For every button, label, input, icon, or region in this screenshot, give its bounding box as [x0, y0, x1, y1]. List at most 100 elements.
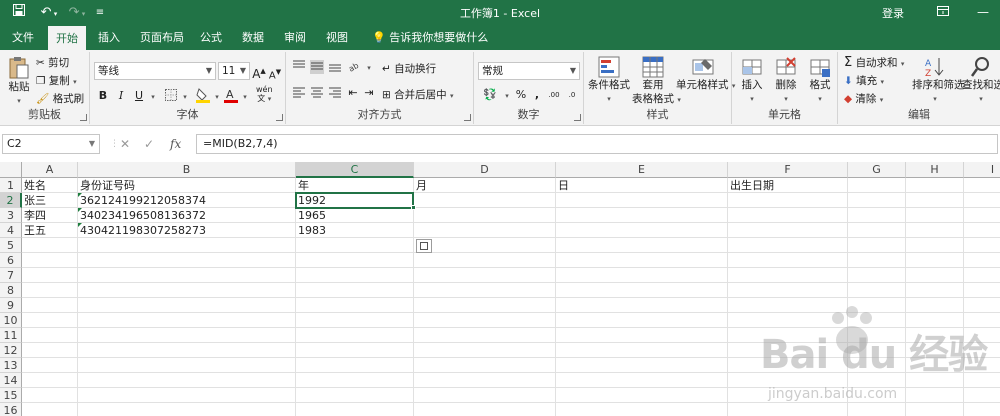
cell-d12[interactable] [414, 343, 556, 358]
cell-b10[interactable] [78, 313, 296, 328]
column-header-d[interactable]: D [414, 162, 556, 178]
column-header-g[interactable]: G [848, 162, 906, 178]
cell-d4[interactable] [414, 223, 556, 238]
decrease-decimal-button[interactable]: .0 [564, 88, 580, 102]
cell-a5[interactable] [22, 238, 78, 253]
cell-a6[interactable] [22, 253, 78, 268]
column-header-c[interactable]: C [296, 162, 414, 178]
cell-d15[interactable] [414, 388, 556, 403]
phonetic-guide-icon[interactable]: wén 文 ▾ [256, 85, 273, 104]
fill-color-icon[interactable] [196, 87, 210, 103]
cell-d6[interactable] [414, 253, 556, 268]
cell-h4[interactable] [906, 223, 964, 238]
row-header-15[interactable]: 15 [0, 388, 22, 403]
cell-b15[interactable] [78, 388, 296, 403]
tab-view[interactable]: 视图 [318, 26, 356, 50]
wrap-text-button[interactable]: ↵ 自动换行 [382, 62, 436, 76]
format-cells-button[interactable]: 格式 ▾ [804, 56, 836, 106]
dialog-launcher-icon[interactable] [464, 114, 471, 121]
cell-h5[interactable] [906, 238, 964, 253]
cell-b1[interactable]: 身份证号码 [78, 178, 296, 193]
cell-e14[interactable] [556, 373, 728, 388]
paste-options-icon[interactable] [416, 239, 432, 253]
cell-a15[interactable] [22, 388, 78, 403]
cancel-icon[interactable]: ✕ [120, 134, 130, 154]
cell-g1[interactable] [848, 178, 906, 193]
cell-f2[interactable] [728, 193, 848, 208]
cell-b7[interactable] [78, 268, 296, 283]
insert-function-icon[interactable]: fx [170, 134, 181, 154]
cell-h3[interactable] [906, 208, 964, 223]
cell-d8[interactable] [414, 283, 556, 298]
row-header-11[interactable]: 11 [0, 328, 22, 343]
cell-a7[interactable] [22, 268, 78, 283]
column-header-a[interactable]: A [22, 162, 78, 178]
row-header-5[interactable]: 5 [0, 238, 22, 253]
format-as-table-button[interactable]: 套用 表格格式 ▾ [632, 56, 681, 107]
comma-style-button[interactable]: , [530, 88, 544, 102]
cell-d16[interactable] [414, 403, 556, 416]
cell-d9[interactable] [414, 298, 556, 313]
row-header-7[interactable]: 7 [0, 268, 22, 283]
cell-c15[interactable] [296, 388, 414, 403]
cell-g8[interactable] [848, 283, 906, 298]
format-painter-button[interactable]: 🖌 格式刷 [36, 92, 84, 106]
align-bottom-icon[interactable] [328, 60, 342, 74]
cell-b13[interactable] [78, 358, 296, 373]
column-header-f[interactable]: F [728, 162, 848, 178]
cell-c5[interactable] [296, 238, 414, 253]
cell-b14[interactable] [78, 373, 296, 388]
cell-d3[interactable] [414, 208, 556, 223]
cell-i4[interactable] [964, 223, 1000, 238]
cell-styles-button[interactable]: 单元格样式 ▾ [676, 56, 735, 93]
cell-h6[interactable] [906, 253, 964, 268]
cell-d11[interactable] [414, 328, 556, 343]
row-header-12[interactable]: 12 [0, 343, 22, 358]
cell-b2[interactable]: 362124199212058374 [78, 193, 296, 208]
cell-a13[interactable] [22, 358, 78, 373]
accounting-dropdown[interactable]: ▾ [500, 88, 514, 102]
cell-e2[interactable] [556, 193, 728, 208]
cell-a4[interactable]: 王五 [22, 223, 78, 238]
cell-a8[interactable] [22, 283, 78, 298]
number-format-combo[interactable]: 常规 ▼ [478, 62, 580, 80]
tab-insert[interactable]: 插入 [90, 26, 128, 50]
enter-icon[interactable]: ✓ [144, 134, 154, 154]
font-color-dropdown[interactable]: ▾ [238, 89, 252, 103]
orientation-dropdown[interactable]: ▾ [362, 60, 376, 74]
row-header-16[interactable]: 16 [0, 403, 22, 416]
insert-cells-button[interactable]: 插入 ▾ [736, 56, 768, 106]
cell-c4[interactable]: 1983 [296, 223, 414, 238]
cell-i1[interactable] [964, 178, 1000, 193]
cell-f5[interactable] [728, 238, 848, 253]
cell-e11[interactable] [556, 328, 728, 343]
cell-c14[interactable] [296, 373, 414, 388]
align-middle-icon[interactable] [310, 60, 324, 74]
cell-a2[interactable]: 张三 [22, 193, 78, 208]
cell-c11[interactable] [296, 328, 414, 343]
percent-button[interactable]: % [514, 88, 528, 102]
fill-color-dropdown[interactable]: ▾ [210, 89, 224, 103]
font-size-combo[interactable]: 11 ▼ [218, 62, 250, 80]
cell-b12[interactable] [78, 343, 296, 358]
name-box[interactable]: C2 ▼ [2, 134, 100, 154]
decrease-indent-icon[interactable]: ⇤ [346, 86, 360, 100]
align-left-icon[interactable] [292, 86, 306, 100]
cell-d7[interactable] [414, 268, 556, 283]
row-header-8[interactable]: 8 [0, 283, 22, 298]
tab-review[interactable]: 审阅 [276, 26, 314, 50]
tab-page-layout[interactable]: 页面布局 [132, 26, 192, 50]
fill-button[interactable]: ⬇ 填充 ▾ [844, 74, 884, 89]
login-link[interactable]: 登录 [882, 5, 904, 21]
row-header-6[interactable]: 6 [0, 253, 22, 268]
dialog-launcher-icon[interactable] [80, 114, 87, 121]
row-header-10[interactable]: 10 [0, 313, 22, 328]
cell-e4[interactable] [556, 223, 728, 238]
cell-d14[interactable] [414, 373, 556, 388]
row-header-1[interactable]: 1 [0, 178, 22, 193]
italic-button[interactable]: I [114, 89, 128, 103]
cell-b8[interactable] [78, 283, 296, 298]
cell-b4[interactable]: 430421198307258273 [78, 223, 296, 238]
merge-center-button[interactable]: ⊞ 合并后居中 ▾ [382, 88, 454, 103]
shrink-font-button[interactable]: A▼ [268, 65, 282, 81]
